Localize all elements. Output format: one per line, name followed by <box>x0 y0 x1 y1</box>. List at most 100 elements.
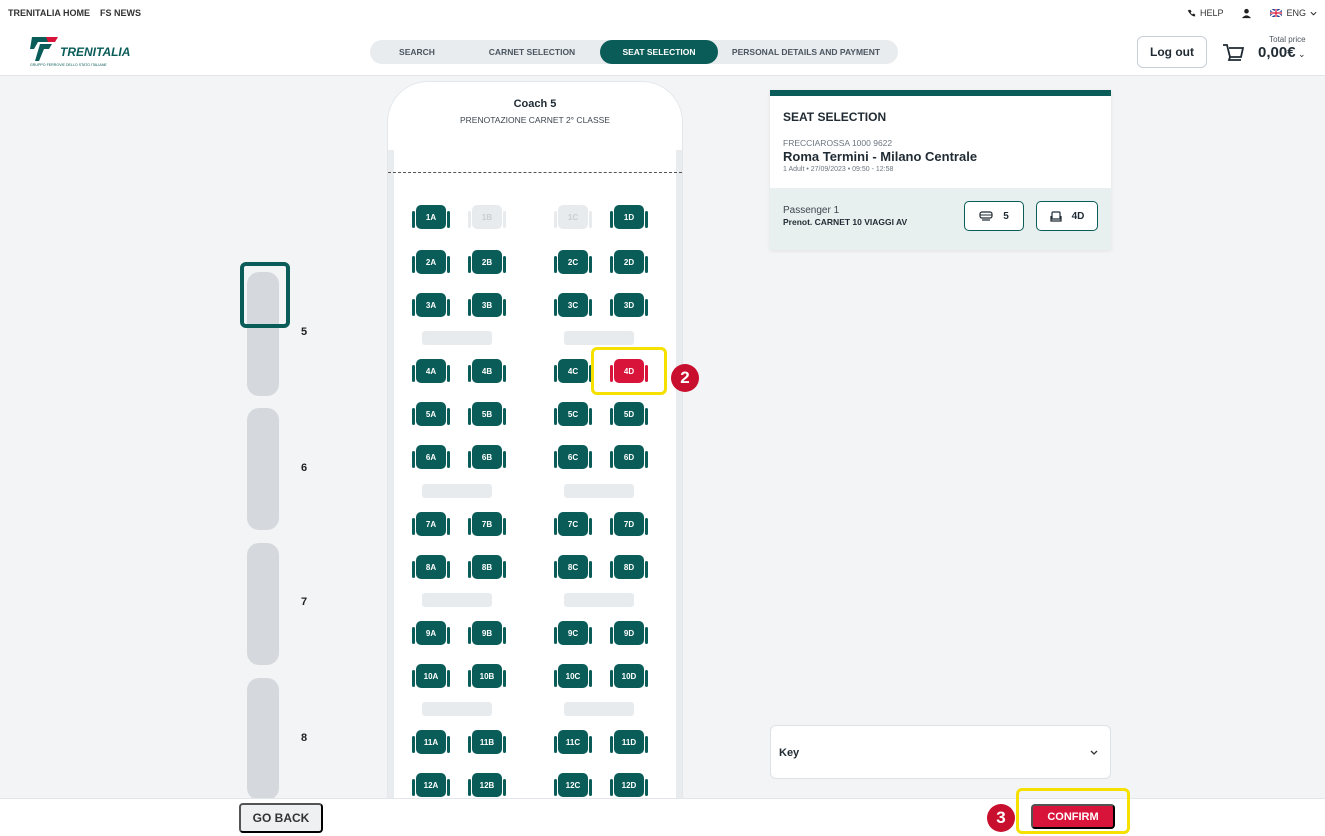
key-label: Key <box>779 747 800 759</box>
seat-9c[interactable]: 9C <box>554 621 592 645</box>
key-dropdown[interactable]: Key <box>770 725 1111 779</box>
seat-highlight-frame <box>591 347 667 395</box>
trenitalia-home-link[interactable]: TRENITALIA HOME <box>8 8 90 18</box>
account-icon[interactable] <box>1241 8 1252 19</box>
seat-7b[interactable]: 7B <box>468 512 506 536</box>
seat-9a[interactable]: 9A <box>412 621 450 645</box>
confirm-highlight-frame <box>1016 788 1130 834</box>
seat-icon <box>1049 210 1062 222</box>
step-search[interactable]: SEARCH <box>370 40 464 64</box>
go-back-button[interactable]: GO BACK <box>239 803 323 833</box>
seat-10d[interactable]: 10D <box>610 664 648 688</box>
total-price-value: 0,00€ ⌄ <box>1258 44 1306 61</box>
seat-chip[interactable]: 4D <box>1036 201 1098 231</box>
seat-2a[interactable]: 2A <box>412 250 450 274</box>
seat-6c[interactable]: 6C <box>554 445 592 469</box>
seat-7c[interactable]: 7C <box>554 512 592 536</box>
coach-number: 8 <box>301 732 308 744</box>
seat-11a[interactable]: 11A <box>412 730 450 754</box>
language-label: ENG <box>1286 8 1306 18</box>
seat-8b[interactable]: 8B <box>468 555 506 579</box>
total-price-label: Total price <box>1269 35 1306 44</box>
seat-table <box>564 484 634 498</box>
coach-wall-right <box>676 150 682 798</box>
coach-selected-indicator <box>240 262 290 328</box>
seat-11b[interactable]: 11B <box>468 730 506 754</box>
seat-2c[interactable]: 2C <box>554 250 592 274</box>
utility-links: TRENITALIA HOME FS NEWS <box>8 8 141 18</box>
seat-1c: 1C <box>554 205 592 229</box>
seat-10a[interactable]: 10A <box>412 664 450 688</box>
seat-10b[interactable]: 10B <box>468 664 506 688</box>
step-carnet-selection[interactable]: CARNET SELECTION <box>464 40 600 64</box>
chevron-down-icon <box>1310 11 1317 16</box>
coach-chip-value: 5 <box>1003 210 1009 222</box>
seat-table <box>564 702 634 716</box>
step-personal-details-payment[interactable]: PERSONAL DETAILS AND PAYMENT <box>718 40 894 64</box>
seat-1b: 1B <box>468 205 506 229</box>
coach-car-6[interactable] <box>247 408 279 530</box>
fs-news-link[interactable]: FS NEWS <box>100 8 141 18</box>
seat-9d[interactable]: 9D <box>610 621 648 645</box>
language-selector[interactable]: ENG <box>1270 8 1317 18</box>
uk-flag-icon <box>1270 9 1283 17</box>
seat-3a[interactable]: 3A <box>412 293 450 317</box>
seat-11d[interactable]: 11D <box>610 730 648 754</box>
passenger-name: Passenger 1 <box>783 205 840 216</box>
seat-7a[interactable]: 7A <box>412 512 450 536</box>
seat-3d[interactable]: 3D <box>610 293 648 317</box>
seat-5c[interactable]: 5C <box>554 402 592 426</box>
seat-12c[interactable]: 12C <box>554 773 592 797</box>
utility-right: HELP ENG <box>1187 8 1317 19</box>
seat-7d[interactable]: 7D <box>610 512 648 536</box>
train-number: FRECCIAROSSA 1000 9622 <box>783 138 893 148</box>
seat-12d[interactable]: 12D <box>610 773 648 797</box>
seat-2b[interactable]: 2B <box>468 250 506 274</box>
coach-car-7[interactable] <box>247 543 279 665</box>
total-price[interactable]: Total price 0,00€ ⌄ <box>1258 35 1306 61</box>
seat-9b[interactable]: 9B <box>468 621 506 645</box>
trenitalia-logo[interactable]: TRENITALIA GRUPPO FERROVIE DELLO STATO I… <box>28 34 138 68</box>
seat-1a[interactable]: 1A <box>412 205 450 229</box>
coach-divider <box>388 172 682 173</box>
cart-icon[interactable] <box>1222 42 1244 64</box>
seat-4a[interactable]: 4A <box>412 359 450 383</box>
seat-4b[interactable]: 4B <box>468 359 506 383</box>
chevron-down-icon <box>1090 750 1098 755</box>
step-seat-selection[interactable]: SEAT SELECTION <box>600 40 718 64</box>
coach-icon <box>979 211 993 221</box>
seat-6a[interactable]: 6A <box>412 445 450 469</box>
seat-12a[interactable]: 12A <box>412 773 450 797</box>
seat-5d[interactable]: 5D <box>610 402 648 426</box>
logout-button[interactable]: Log out <box>1137 36 1207 68</box>
seat-map: Coach 5 PRENOTAZIONE CARNET 2° CLASSE 1A… <box>388 82 682 798</box>
seat-table <box>564 593 634 607</box>
seat-6d[interactable]: 6D <box>610 445 648 469</box>
seat-8c[interactable]: 8C <box>554 555 592 579</box>
seat-5b[interactable]: 5B <box>468 402 506 426</box>
seat-12b[interactable]: 12B <box>468 773 506 797</box>
seat-4c[interactable]: 4C <box>554 359 592 383</box>
seat-1d[interactable]: 1D <box>610 205 648 229</box>
summary-title: SEAT SELECTION <box>783 110 887 124</box>
svg-text:TRENITALIA: TRENITALIA <box>60 45 130 59</box>
seat-table <box>422 702 492 716</box>
annotation-badge-3: 3 <box>987 804 1015 832</box>
seat-10c[interactable]: 10C <box>554 664 592 688</box>
seat-table <box>422 484 492 498</box>
coach-chip[interactable]: 5 <box>964 201 1024 231</box>
help-link[interactable]: HELP <box>1187 8 1223 18</box>
seat-selection-summary: SEAT SELECTION FRECCIAROSSA 1000 9622 Ro… <box>770 90 1111 250</box>
seat-8a[interactable]: 8A <box>412 555 450 579</box>
seat-2d[interactable]: 2D <box>610 250 648 274</box>
seat-11c[interactable]: 11C <box>554 730 592 754</box>
seat-6b[interactable]: 6B <box>468 445 506 469</box>
coach-wall-left <box>388 150 394 798</box>
seat-8d[interactable]: 8D <box>610 555 648 579</box>
phone-icon <box>1187 9 1196 16</box>
coach-car-8[interactable] <box>247 678 279 800</box>
seat-5a[interactable]: 5A <box>412 402 450 426</box>
progress-steps: SEARCH CARNET SELECTION SEAT SELECTION P… <box>370 40 898 64</box>
seat-3b[interactable]: 3B <box>468 293 506 317</box>
seat-3c[interactable]: 3C <box>554 293 592 317</box>
